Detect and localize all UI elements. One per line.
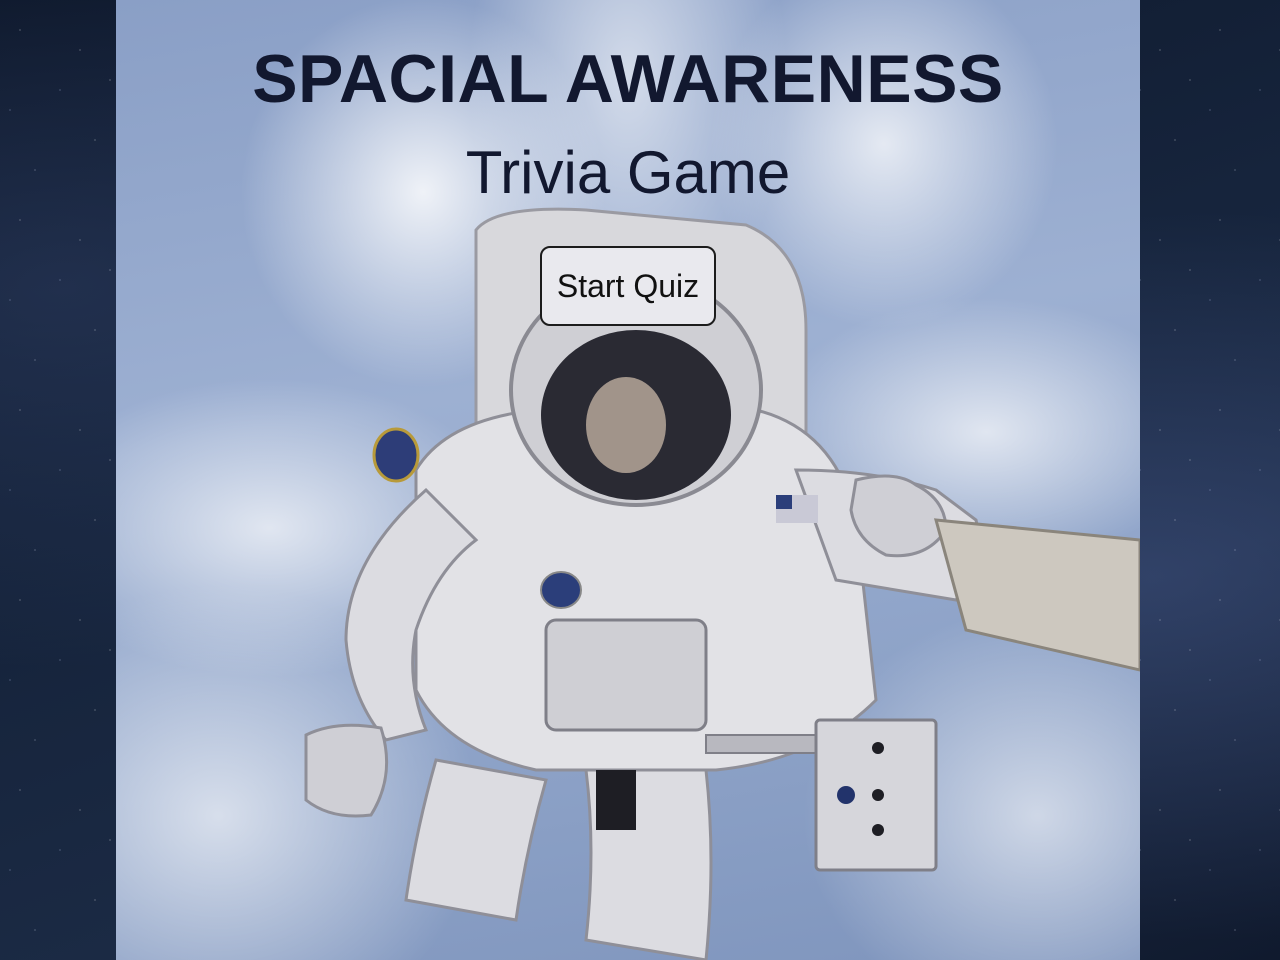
hero-panel: SPACIAL AWARENESS Trivia Game Start Quiz <box>116 0 1140 960</box>
page-title: SPACIAL AWARENESS <box>252 41 1004 117</box>
page-subtitle: Trivia Game <box>465 139 791 206</box>
start-quiz-button[interactable]: Start Quiz <box>540 246 716 326</box>
